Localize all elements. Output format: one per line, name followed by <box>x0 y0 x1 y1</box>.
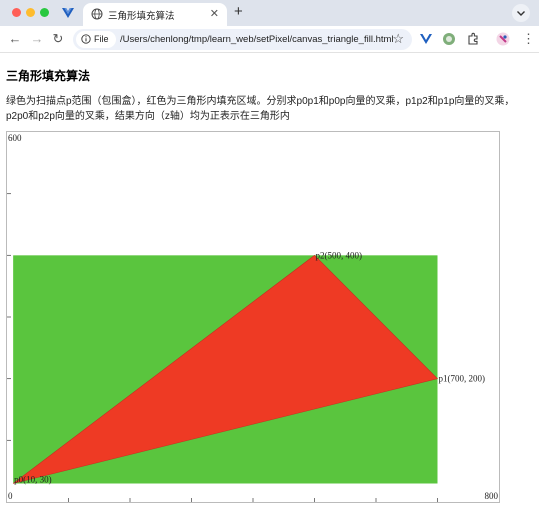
back-arrow-icon[interactable]: ← <box>7 31 23 47</box>
reload-icon[interactable]: ↻ <box>50 31 66 47</box>
tab-close-icon[interactable]: ✕ <box>210 7 219 21</box>
zoom-window-button[interactable] <box>40 8 49 17</box>
extensions-puzzle-icon[interactable] <box>466 32 480 46</box>
bookmark-star-icon[interactable]: ☆ <box>392 31 404 47</box>
address-bar[interactable]: File /Users/chenlong/tmp/learn_web/setPi… <box>73 29 412 50</box>
vue-devtools-extension-icon[interactable] <box>419 32 433 46</box>
new-tab-button[interactable]: + <box>234 3 243 21</box>
menu-kebab-icon[interactable]: ⋮ <box>522 31 535 47</box>
vertex-label-p0: p0(10, 30) <box>14 475 52 485</box>
close-window-button[interactable] <box>12 8 21 17</box>
tab-bar: 三角形填充算法 ✕ + <box>0 0 539 26</box>
extension-green-icon[interactable] <box>442 32 456 46</box>
y-axis-max-label: 600 <box>8 133 22 143</box>
tab-title: 三角形填充算法 <box>108 11 175 22</box>
vertex-label-p2: p2(500, 400) <box>316 250 363 260</box>
vertex-label-p1: p1(700, 200) <box>439 374 486 384</box>
x-axis-max-label: 800 <box>485 491 499 501</box>
globe-icon <box>91 8 103 20</box>
tab-search-button[interactable] <box>512 4 530 22</box>
page-description: 绿色为扫描点p范围（包围盒），红色为三角形内填充区域。分别求p0p1和p0p向量… <box>6 96 515 122</box>
profile-avatar-icon[interactable] <box>496 32 510 46</box>
triangle-canvas[interactable]: 0 800 600 p0(10, 30) p1(700, 200) p2(500, 400… <box>6 131 500 503</box>
toolbar: ← → ↻ File /Users/chenlong/tmp/learn_web… <box>0 26 539 53</box>
url-text[interactable]: /Users/chenlong/tmp/learn_web/setPixel/c… <box>120 34 394 45</box>
active-tab[interactable]: 三角形填充算法 ✕ <box>83 3 227 26</box>
x-axis-min-label: 0 <box>8 491 13 501</box>
page-title: 三角形填充算法 <box>6 69 91 83</box>
info-icon <box>81 34 91 44</box>
file-chip-label: File <box>94 34 109 44</box>
triangle-plot: 0 800 600 p0(10, 30) p1(700, 200) p2(500, 400… <box>7 133 499 502</box>
vue-logo-icon[interactable] <box>60 5 76 21</box>
forward-arrow-icon[interactable]: → <box>29 31 45 47</box>
site-info-chip[interactable]: File <box>76 31 116 48</box>
minimize-window-button[interactable] <box>26 8 35 17</box>
